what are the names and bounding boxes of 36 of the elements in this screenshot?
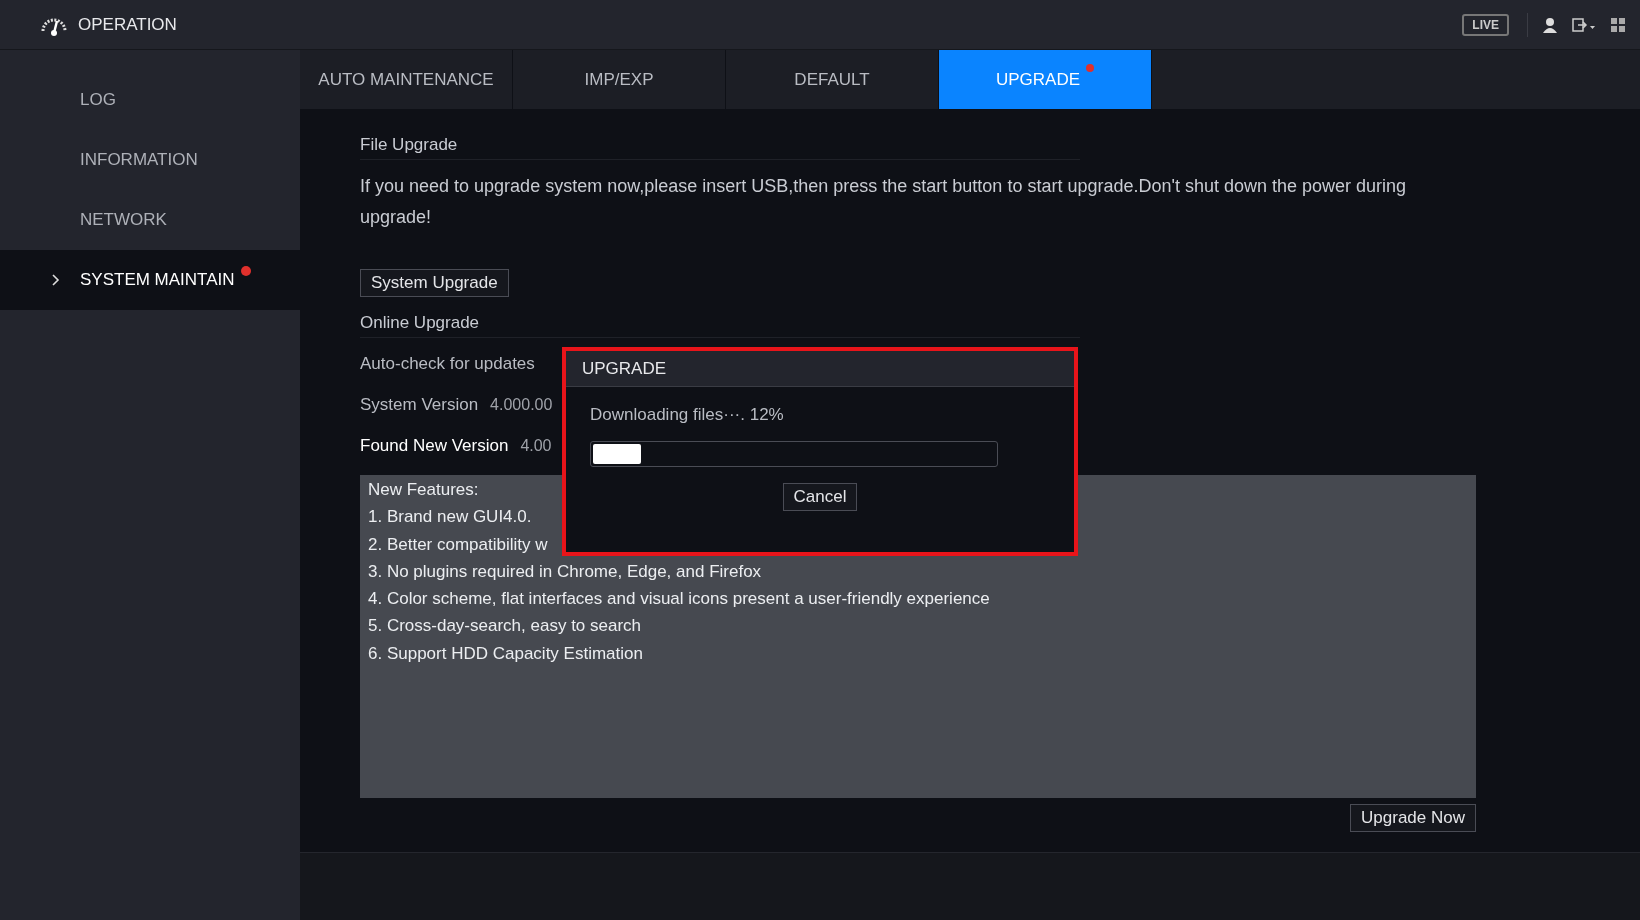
release-note-line: 1. Brand new GUI4.0.: [368, 506, 532, 529]
field-label: Auto-check for updates: [360, 353, 535, 374]
field-label: System Version: [360, 394, 479, 415]
dialog-title: UPGRADE: [566, 351, 1074, 387]
release-note-line: 4. Color scheme, flat interfaces and visual icons present a user-friendly experience: [368, 588, 990, 611]
sidebar-label: INFORMATION: [80, 150, 198, 170]
field-value: 4.000.00: [490, 395, 553, 414]
sidebar-label: LOG: [80, 90, 116, 110]
section-title: File Upgrade: [360, 131, 1080, 160]
page-title: OPERATION: [78, 14, 177, 35]
field-label: Found New Version: [360, 435, 509, 456]
live-button[interactable]: LIVE: [1462, 13, 1509, 36]
chevron-icon: [52, 274, 60, 286]
progress-message: Downloading files···. 12%: [590, 405, 785, 425]
sidebar-item[interactable]: LOG: [0, 70, 300, 130]
cancel-button[interactable]: Cancel: [782, 483, 858, 511]
system-upgrade-button[interactable]: System Upgrade: [360, 269, 509, 297]
grid-icon[interactable]: [1610, 16, 1626, 33]
release-note-line: 6. Support HDD Capacity Estimation: [368, 642, 643, 665]
sidebar-label: NETWORK: [80, 210, 167, 230]
sidebar-label: SYSTEM MAINTAIN: [80, 270, 235, 290]
user-icon[interactable]: [1542, 16, 1558, 33]
release-note-line: New Features:: [368, 479, 479, 501]
sidebar-item[interactable]: SYSTEM MAINTAIN: [0, 250, 300, 310]
field-value: 4.00: [520, 436, 552, 455]
sidebar-item[interactable]: NETWORK: [0, 190, 300, 250]
upgrade-now-button[interactable]: Upgrade Now: [1350, 804, 1476, 832]
alert-dot: [240, 266, 251, 276]
sidebar-item[interactable]: INFORMATION: [0, 130, 300, 190]
release-note-line: 3. No plugins required in Chrome, Edge, and Firefox: [368, 560, 762, 583]
notice-text: If you need to upgrade system now,please insert USB,then press the start button to start upgrade.Don't shut down the power during upgrade!: [360, 175, 1408, 229]
release-note-line: 5. Cross-day-search, easy to search: [368, 615, 642, 638]
release-note-line: 2. Better compatibility w: [368, 533, 548, 556]
logout-icon[interactable]: [1572, 16, 1596, 33]
section-title: Online Upgrade: [360, 309, 1080, 338]
tab[interactable]: UPGRADE: [939, 50, 1152, 109]
